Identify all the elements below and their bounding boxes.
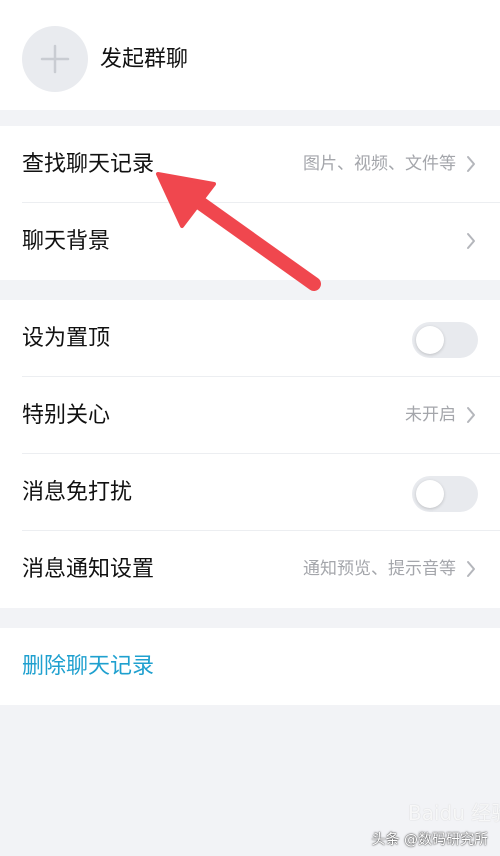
chevron-right-icon [467,233,475,249]
chevron-right-icon [467,561,475,577]
baidu-watermark: Baidu 经验 [408,801,500,825]
delete-chat-history-button[interactable]: 删除聊天记录 [22,628,154,705]
delete-section: 删除聊天记录 [0,628,500,705]
plus-icon [40,44,70,74]
credit-watermark: 头条 @数码研究所 [371,832,488,848]
find-chat-history-hint: 图片、视频、文件等 [303,154,456,174]
chat-background-label: 聊天背景 [22,229,111,254]
pin-to-top-toggle[interactable] [412,322,478,358]
special-care-label: 特别关心 [22,403,111,428]
chat-options-section: 查找聊天记录 图片、视频、文件等 聊天背景 [0,126,500,280]
find-chat-history-row[interactable]: 查找聊天记录 图片、视频、文件等 [0,126,500,203]
start-group-chat-section: 发起群聊 [0,0,500,110]
notification-settings-row[interactable]: 消息通知设置 通知预览、提示音等 [0,531,500,608]
start-group-chat-label[interactable]: 发起群聊 [100,44,188,76]
do-not-disturb-label: 消息免打扰 [22,480,133,505]
do-not-disturb-row: 消息免打扰 [0,454,500,531]
toggle-knob [416,326,444,354]
special-care-status: 未开启 [405,405,456,425]
delete-chat-history-row[interactable]: 删除聊天记录 [0,628,500,705]
chevron-right-icon [467,407,475,423]
notification-settings-hint: 通知预览、提示音等 [303,559,456,579]
chevron-right-icon [467,156,475,172]
special-care-row[interactable]: 特别关心 未开启 [0,377,500,454]
find-chat-history-label: 查找聊天记录 [22,152,155,177]
do-not-disturb-toggle[interactable] [412,476,478,512]
toggle-knob [416,480,444,508]
pin-to-top-label: 设为置顶 [22,326,111,351]
chat-settings-section: 设为置顶 特别关心 未开启 消息免打扰 消息通知设置 通知预览、提示音等 [0,300,500,608]
start-group-chat-button[interactable] [22,26,88,92]
chat-background-row[interactable]: 聊天背景 [0,203,500,280]
pin-to-top-row: 设为置顶 [0,300,500,377]
notification-settings-label: 消息通知设置 [22,557,155,582]
